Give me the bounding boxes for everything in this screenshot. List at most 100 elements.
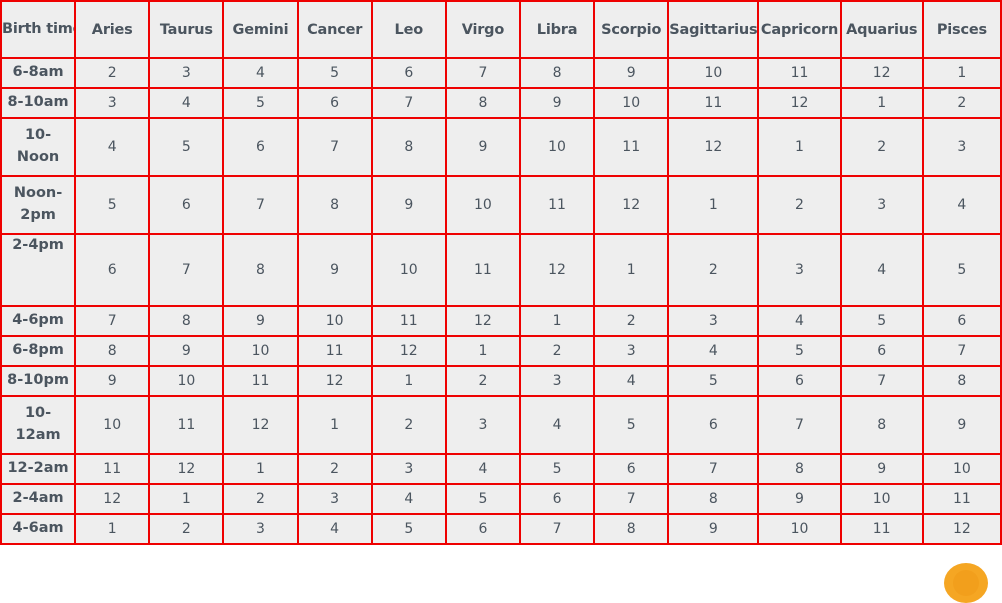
cell-8-10pm-cancer: 12: [296, 365, 373, 397]
cell-noon-2pm-virgo: 10: [444, 175, 521, 235]
cell-10-12am-aquarius: 8: [839, 395, 924, 455]
cell-8-10pm-leo: 1: [370, 365, 447, 397]
cell-8-10pm-aquarius: 7: [839, 365, 924, 397]
cell-6-8pm-capricorn: 5: [757, 335, 842, 367]
cell-10-noon-capricorn: 1: [757, 117, 842, 177]
row-header-8-10am: 8-10am: [0, 87, 77, 119]
cell-4-6am-sagittarius: 9: [667, 513, 760, 545]
cell-10-noon-leo: 8: [370, 117, 447, 177]
cell-8-10pm-libra: 3: [518, 365, 596, 397]
cell-8-10pm-capricorn: 6: [757, 365, 842, 397]
table-corner-header: Birth time:: [0, 0, 77, 59]
table-row: 8-10am 3 4 5 6 7 8 9 10 11 12 1 2: [0, 87, 1002, 119]
cell-2-4am-aries: 12: [74, 483, 151, 515]
cell-6-8am-aquarius: 12: [839, 57, 924, 89]
cell-4-6pm-cancer: 10: [296, 305, 373, 337]
rising-sign-table: Birth time:AriesTaurusGeminiCancerLeoVir…: [0, 0, 1002, 545]
table-row: 4-6am 1 2 3 4 5 6 7 8 9 10 11 12: [0, 513, 1002, 545]
cell-12-2am-sagittarius: 7: [667, 453, 760, 485]
cell-2-4pm-pisces: 5: [921, 233, 1002, 307]
cell-6-8pm-cancer: 11: [296, 335, 373, 367]
cell-2-4pm-scorpio: 1: [593, 233, 670, 307]
cell-10-12am-aries: 10: [74, 395, 151, 455]
row-header-noon-2pm: Noon- 2pm: [0, 175, 77, 235]
cell-10-noon-gemini: 6: [222, 117, 299, 177]
cell-4-6am-gemini: 3: [222, 513, 299, 545]
cell-6-8am-sagittarius: 10: [667, 57, 760, 89]
cell-8-10pm-aries: 9: [74, 365, 151, 397]
cell-6-8am-taurus: 3: [148, 57, 225, 89]
column-header-virgo: Virgo: [444, 0, 521, 59]
cell-6-8pm-leo: 12: [370, 335, 447, 367]
table-row: Noon- 2pm 5 6 7 8 9 10 11 12 1 2 3 4: [0, 175, 1002, 235]
cell-6-8am-libra: 8: [518, 57, 596, 89]
column-header-capricorn: Capricorn: [757, 0, 842, 59]
cell-6-8pm-sagittarius: 4: [667, 335, 760, 367]
cell-noon-2pm-capricorn: 2: [757, 175, 842, 235]
cell-12-2am-gemini: 1: [222, 453, 299, 485]
cell-10-12am-pisces: 9: [921, 395, 1002, 455]
cell-2-4am-capricorn: 9: [757, 483, 842, 515]
column-header-gemini: Gemini: [222, 0, 299, 59]
cell-noon-2pm-gemini: 7: [222, 175, 299, 235]
column-header-sagittarius: Sagittarius: [667, 0, 760, 59]
cell-10-12am-taurus: 11: [148, 395, 225, 455]
cell-10-noon-aries: 4: [74, 117, 151, 177]
table-header: Birth time:AriesTaurusGeminiCancerLeoVir…: [0, 0, 1002, 59]
cell-12-2am-scorpio: 6: [593, 453, 670, 485]
cell-4-6pm-gemini: 9: [222, 305, 299, 337]
cell-6-8pm-scorpio: 3: [593, 335, 670, 367]
column-header-scorpio: Scorpio: [593, 0, 670, 59]
cell-4-6pm-taurus: 8: [148, 305, 225, 337]
row-header-2-4am: 2-4am: [0, 483, 77, 515]
row-header-6-8am: 6-8am: [0, 57, 77, 89]
cell-8-10am-taurus: 4: [148, 87, 225, 119]
cell-12-2am-capricorn: 8: [757, 453, 842, 485]
cell-8-10am-virgo: 8: [444, 87, 521, 119]
column-header-aquarius: Aquarius: [839, 0, 924, 59]
cell-10-noon-sagittarius: 12: [667, 117, 760, 177]
row-header-8-10pm: 8-10pm: [0, 365, 77, 397]
cell-8-10am-aquarius: 1: [839, 87, 924, 119]
cell-noon-2pm-sagittarius: 1: [667, 175, 760, 235]
column-header-aries: Aries: [74, 0, 151, 59]
cell-8-10pm-virgo: 2: [444, 365, 521, 397]
cell-10-noon-virgo: 9: [444, 117, 521, 177]
cell-2-4am-pisces: 11: [921, 483, 1002, 515]
cell-6-8pm-gemini: 10: [222, 335, 299, 367]
cell-4-6am-capricorn: 10: [757, 513, 842, 545]
cell-6-8am-leo: 6: [370, 57, 447, 89]
cell-6-8pm-libra: 2: [518, 335, 596, 367]
cell-2-4am-libra: 6: [518, 483, 596, 515]
cell-2-4am-aquarius: 10: [839, 483, 924, 515]
table-row: 10- 12am 10 11 12 1 2 3 4 5 6 7 8 9: [0, 395, 1002, 455]
table-row: 10- Noon 4 5 6 7 8 9 10 11 12 1 2 3: [0, 117, 1002, 177]
cell-8-10am-leo: 7: [370, 87, 447, 119]
cell-2-4pm-virgo: 11: [444, 233, 521, 307]
partial-orange-badge-icon: [944, 563, 988, 603]
cell-2-4pm-taurus: 7: [148, 233, 225, 307]
cell-6-8am-aries: 2: [74, 57, 151, 89]
row-header-2-4pm: 2-4pm: [0, 233, 77, 307]
cell-8-10am-scorpio: 10: [593, 87, 670, 119]
cell-2-4pm-cancer: 9: [296, 233, 373, 307]
cell-2-4pm-aquarius: 4: [839, 233, 924, 307]
cell-8-10pm-taurus: 10: [148, 365, 225, 397]
cell-12-2am-virgo: 4: [444, 453, 521, 485]
cell-2-4pm-aries: 6: [74, 233, 151, 307]
cell-4-6am-aries: 1: [74, 513, 151, 545]
cell-4-6am-virgo: 6: [444, 513, 521, 545]
header-row: Birth time:AriesTaurusGeminiCancerLeoVir…: [0, 0, 1002, 59]
cell-10-12am-scorpio: 5: [593, 395, 670, 455]
cell-2-4pm-sagittarius: 2: [667, 233, 760, 307]
cell-8-10am-libra: 9: [518, 87, 596, 119]
column-header-leo: Leo: [370, 0, 447, 59]
cell-2-4am-sagittarius: 8: [667, 483, 760, 515]
table-row: 2-4am 12 1 2 3 4 5 6 7 8 9 10 11: [0, 483, 1002, 515]
row-header-10-noon: 10- Noon: [0, 117, 77, 177]
cell-2-4am-virgo: 5: [444, 483, 521, 515]
column-header-taurus: Taurus: [148, 0, 225, 59]
cell-10-12am-capricorn: 7: [757, 395, 842, 455]
cell-6-8am-pisces: 1: [921, 57, 1002, 89]
cell-10-12am-virgo: 3: [444, 395, 521, 455]
